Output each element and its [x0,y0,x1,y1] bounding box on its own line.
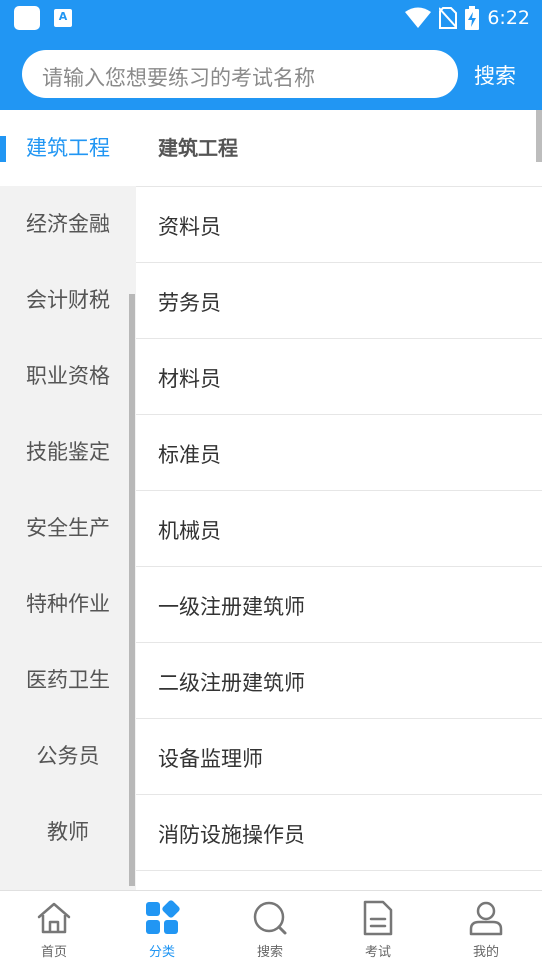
status-time: 6:22 [487,7,530,29]
list-item-label: 材料员 [158,367,221,391]
list-item-label: 机械员 [158,519,221,543]
sidebar-item-medical[interactable]: 医药卫生 [0,642,136,718]
search-placeholder: 请输入您想要练习的考试名称 [42,66,315,90]
tab-exam-label: 考试 [364,945,391,960]
a-app-icon: A [54,9,72,27]
sidebar-item-safety[interactable]: 安全生产 [0,490,136,566]
sidebar-item-accounting[interactable]: 会计财税 [0,262,136,338]
list-item[interactable]: 机械员 [136,490,542,566]
list-item[interactable]: 标准员 [136,414,542,490]
search-icon [253,901,287,935]
list-item-label: 资料员 [158,215,221,239]
home-icon [37,902,71,934]
header: 请输入您想要练习的考试名称 搜索 [0,36,542,110]
list-item[interactable]: 消防设施操作员 [136,794,542,870]
list-item[interactable]: 一级注册建筑师 [136,566,542,642]
battery-charging-icon [465,6,480,30]
list-scrollbar[interactable] [536,110,542,162]
section-title: 建筑工程 [158,136,238,160]
tab-category-label: 分类 [148,945,175,960]
tab-profile-label: 我的 [472,945,499,960]
list-item-label: 劳务员 [158,291,221,315]
sidebar-item-special-ops[interactable]: 特种作业 [0,566,136,642]
list-item[interactable]: 劳务员 [136,262,542,338]
list-item-label: 二级注册建筑师 [158,671,305,695]
user-icon [469,901,503,936]
sidebar-item-teacher[interactable]: 教师 [0,794,136,870]
wifi-icon [405,7,432,28]
sidebar-scrollbar[interactable] [129,294,135,886]
search-input[interactable]: 请输入您想要练习的考试名称 [22,50,458,98]
app-square-icon [14,6,40,30]
no-sim-icon [439,7,458,29]
tab-search-label: 搜索 [256,945,283,960]
search-button[interactable]: 搜索 [474,60,516,90]
document-icon [363,900,393,936]
list-item[interactable] [136,870,542,890]
sidebar-item-construction[interactable]: 建筑工程 [0,110,136,186]
category-icon [146,900,180,934]
tab-exam[interactable]: 考试 [324,891,432,965]
list-item-label: 设备监理师 [158,747,263,771]
tab-profile[interactable]: 我的 [432,891,540,965]
sidebar-item-skills[interactable]: 技能鉴定 [0,414,136,490]
status-bar: A 6:22 [0,0,542,36]
list-item[interactable]: 材料员 [136,338,542,414]
tab-search[interactable]: 搜索 [216,891,324,965]
sidebar-item-civil-servant[interactable]: 公务员 [0,718,136,794]
list-item-label: 消防设施操作员 [158,823,305,847]
list-item[interactable]: 资料员 [136,186,542,262]
sidebar-item-finance[interactable]: 经济金融 [0,186,136,262]
list-item[interactable]: 二级注册建筑师 [136,642,542,718]
tab-category[interactable]: 分类 [108,891,216,965]
tab-home[interactable]: 首页 [0,891,108,965]
list-item-label: 一级注册建筑师 [158,595,305,619]
exam-list-panel: 建筑工程 资料员 劳务员 材料员 标准员 机械员 一级注册建筑师 二级注册建筑师… [136,110,542,890]
status-icons: 6:22 [405,4,530,32]
bottom-tab-bar: 首页 分类 搜索 考试 我的 [0,890,542,965]
sidebar-item-professional[interactable]: 职业资格 [0,338,136,414]
tab-home-label: 首页 [40,945,67,960]
list-item-label: 标准员 [158,443,221,467]
list-item[interactable]: 设备监理师 [136,718,542,794]
category-sidebar[interactable]: 建筑工程 经济金融 会计财税 职业资格 技能鉴定 安全生产 特种作业 医药卫生 … [0,110,136,890]
